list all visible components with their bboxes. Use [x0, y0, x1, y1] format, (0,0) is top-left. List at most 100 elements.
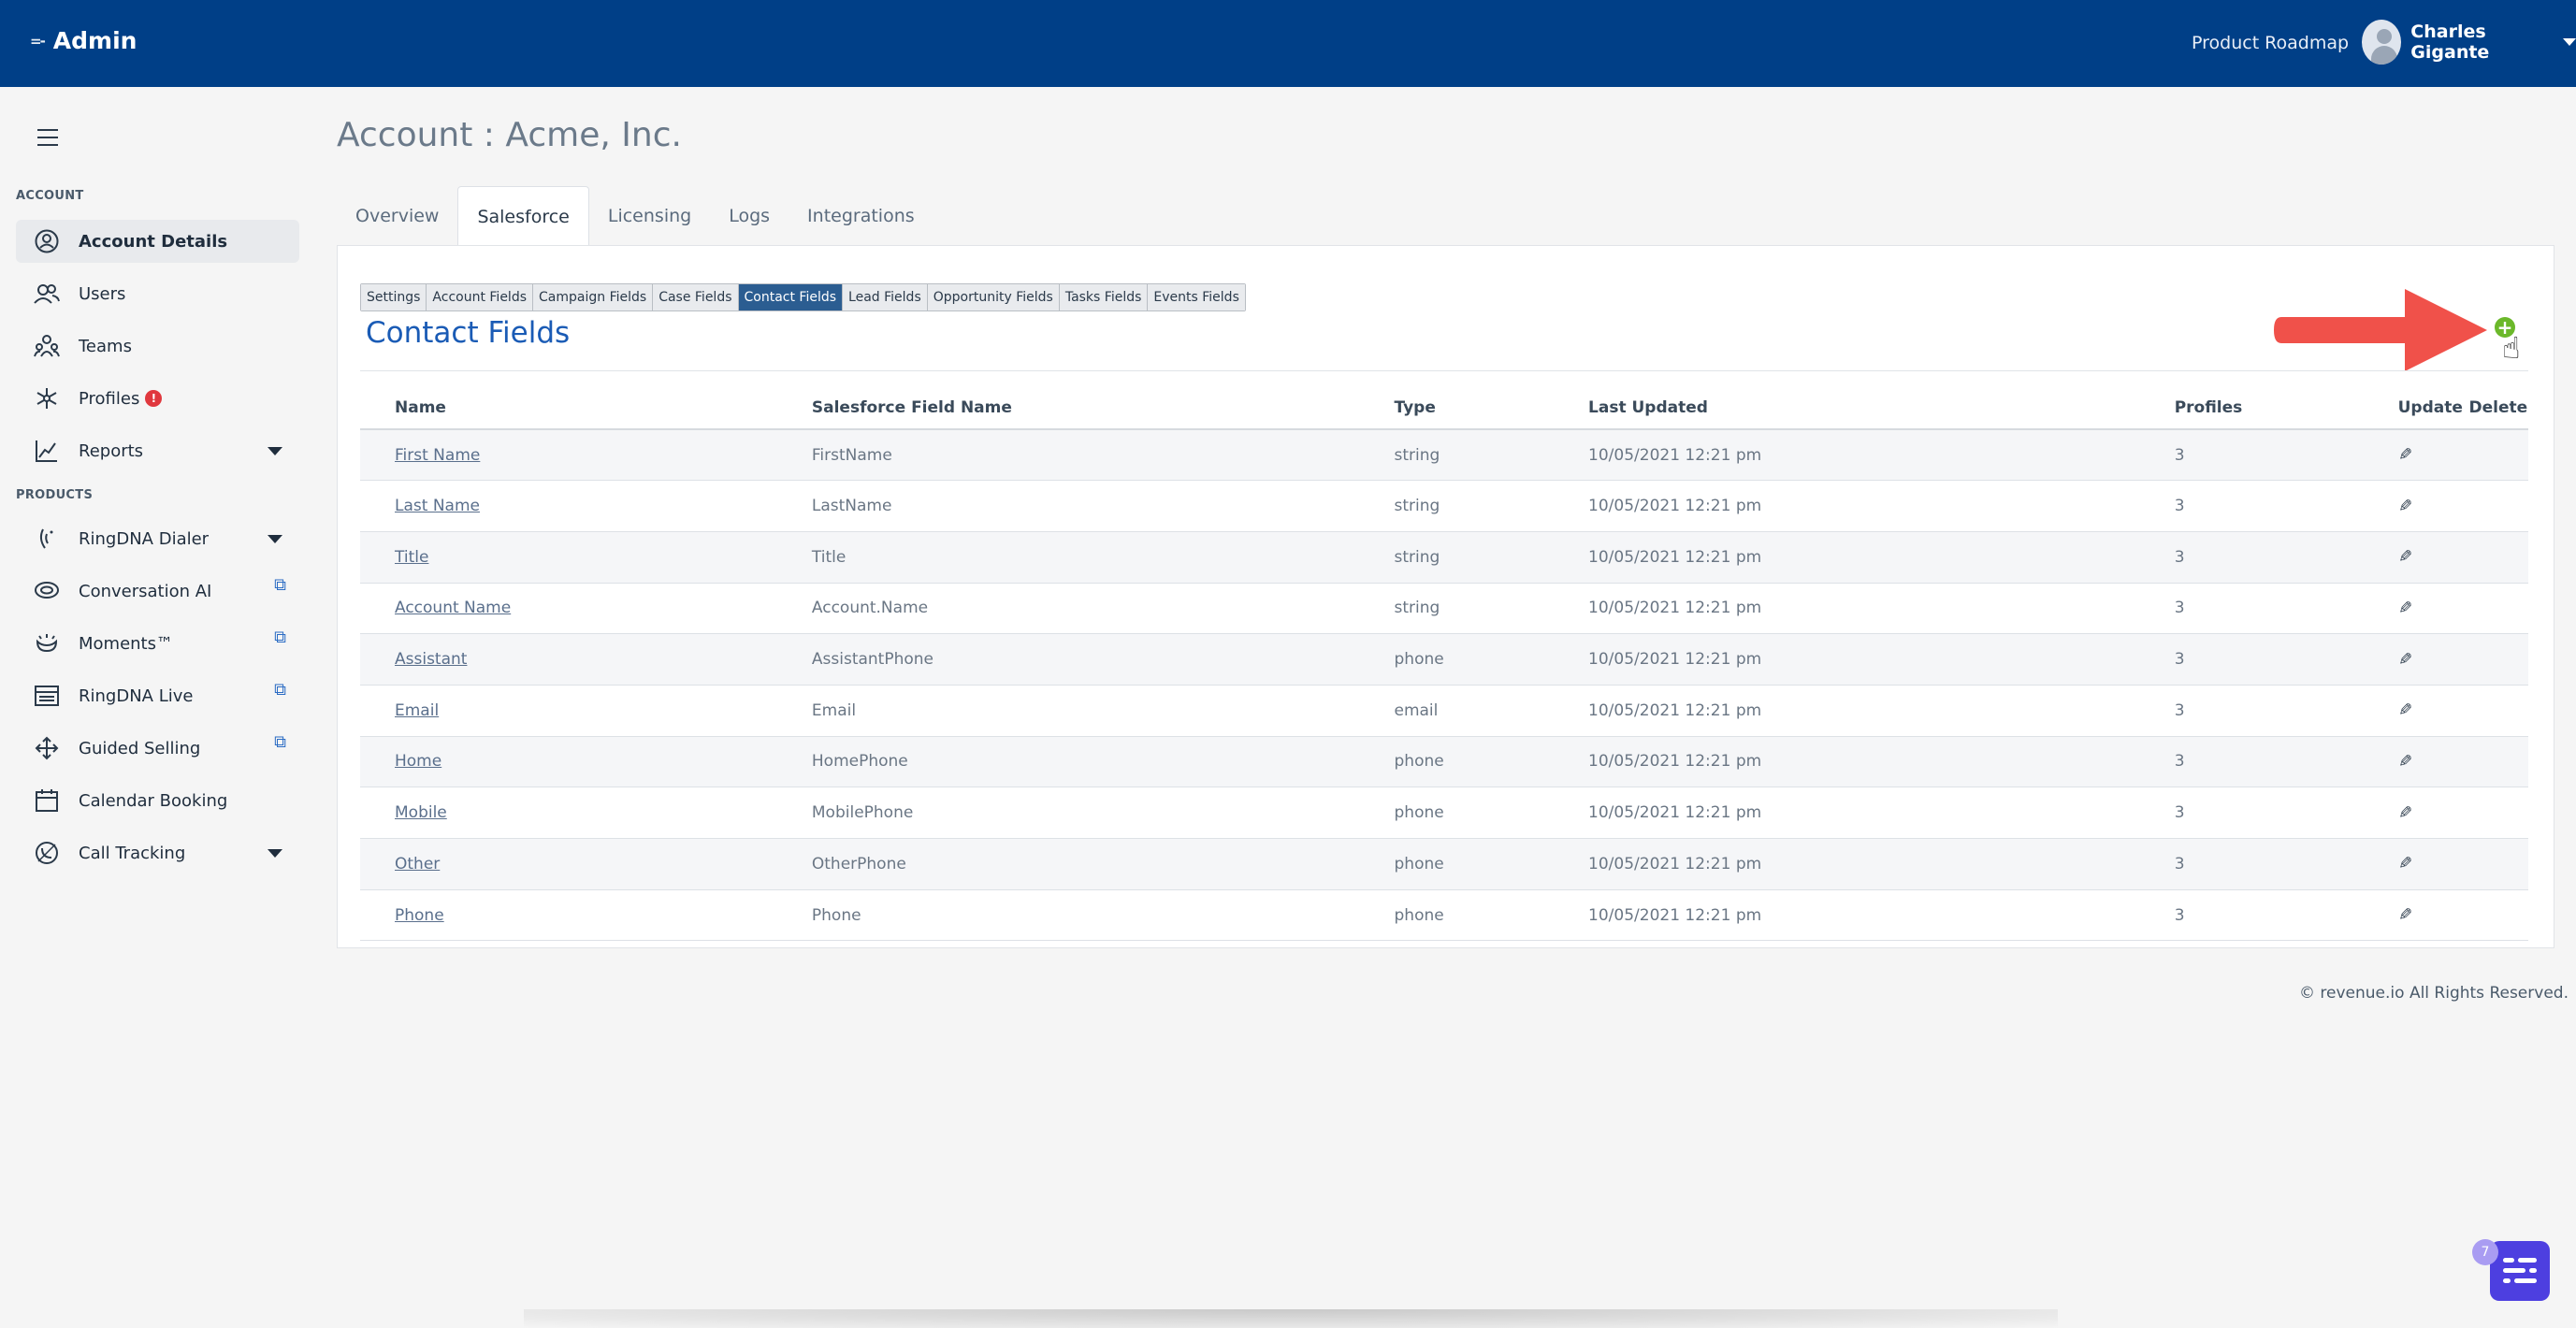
pencil-edit-icon[interactable]: ✎ [2398, 445, 2422, 465]
update-cell: ✎ [2397, 531, 2469, 584]
sidebar-item-account-details[interactable]: Account Details [16, 220, 299, 263]
table-row: Last Name LastName string 10/05/2021 12:… [360, 480, 2528, 532]
delete-cell [2468, 787, 2528, 839]
sidebar-item-reports[interactable]: Reports [16, 429, 299, 472]
sidebar-item-conversation-ai[interactable]: Conversation AI ⧉ [16, 570, 299, 613]
table-row: Account Name Account.Name string 10/05/2… [360, 583, 2528, 635]
profiles-cell: 3 [2174, 838, 2398, 890]
product-roadmap-link[interactable]: Product Roadmap [2192, 33, 2349, 53]
sidebar-item-users[interactable]: Users [16, 272, 299, 315]
name-cell: Home [360, 736, 812, 788]
header-name[interactable]: Name [360, 386, 812, 430]
salesforce-field-cell: OtherPhone [811, 838, 1395, 890]
sidebar-item-ringdna-dialer[interactable]: RingDNA Dialer [16, 517, 299, 560]
header-salesforce-field-name[interactable]: Salesforce Field Name [811, 386, 1395, 430]
field-name-link[interactable]: First Name [395, 446, 480, 465]
subtab-case-fields[interactable]: Case Fields [653, 284, 739, 310]
subtab-account-fields[interactable]: Account Fields [427, 284, 534, 310]
field-name-link[interactable]: Assistant [395, 650, 467, 669]
sidebar-item-guided-selling[interactable]: Guided Selling ⧉ [16, 727, 299, 770]
subtab-lead-fields[interactable]: Lead Fields [843, 284, 928, 310]
field-name-link[interactable]: Last Name [395, 497, 480, 515]
tab-licensing[interactable]: Licensing [589, 186, 710, 246]
header-update: Update [2397, 386, 2469, 430]
pencil-edit-icon[interactable]: ✎ [2398, 650, 2422, 670]
person-circle-icon [33, 227, 61, 255]
table-row: Home HomePhone phone 10/05/2021 12:21 pm… [360, 736, 2528, 788]
tab-logs[interactable]: Logs [710, 186, 789, 246]
call-tracking-icon [33, 839, 61, 867]
subtab-opportunity-fields[interactable]: Opportunity Fields [927, 284, 1060, 310]
update-cell: ✎ [2397, 685, 2469, 737]
header-type[interactable]: Type [1394, 386, 1589, 430]
header-profiles[interactable]: Profiles [2174, 386, 2398, 430]
tab-salesforce[interactable]: Salesforce [457, 186, 589, 246]
sidebar-item-call-tracking[interactable]: Call Tracking [16, 831, 299, 874]
delete-cell [2468, 889, 2528, 942]
field-name-link[interactable]: Email [395, 701, 439, 720]
header-last-updated[interactable]: Last Updated [1588, 386, 2175, 430]
chevron-down-icon [268, 848, 282, 858]
external-link-icon[interactable]: ⧉ [274, 680, 286, 700]
header-delete: Delete [2468, 386, 2528, 430]
live-icon [33, 682, 61, 710]
name-cell: Title [360, 531, 812, 584]
hamburger-menu-icon[interactable] [37, 129, 58, 146]
type-cell: phone [1394, 889, 1589, 942]
type-cell: phone [1394, 633, 1589, 686]
type-cell: string [1394, 531, 1589, 584]
field-name-link[interactable]: Account Name [395, 599, 511, 617]
sidebar-section-products: PRODUCTS [16, 488, 94, 502]
field-name-link[interactable]: Mobile [395, 803, 447, 822]
field-name-link[interactable]: Title [395, 548, 428, 567]
pencil-edit-icon[interactable]: ✎ [2398, 700, 2422, 720]
field-name-link[interactable]: Home [395, 752, 441, 771]
pencil-edit-icon[interactable]: ✎ [2398, 854, 2422, 873]
pencil-edit-icon[interactable]: ✎ [2398, 803, 2422, 823]
subtab-tasks-fields[interactable]: Tasks Fields [1059, 284, 1149, 310]
table-row: Assistant AssistantPhone phone 10/05/202… [360, 633, 2528, 686]
pencil-edit-icon[interactable]: ✎ [2398, 497, 2422, 516]
sidebar-item-label: Call Tracking [79, 843, 186, 863]
pencil-edit-icon[interactable]: ✎ [2398, 905, 2422, 925]
pencil-edit-icon[interactable]: ✎ [2398, 547, 2422, 567]
last-updated-cell: 10/05/2021 12:21 pm [1588, 531, 2175, 584]
table-row: Phone Phone phone 10/05/2021 12:21 pm 3 … [360, 889, 2528, 942]
external-link-icon[interactable]: ⧉ [274, 732, 286, 752]
salesforce-field-cell: MobilePhone [811, 787, 1395, 839]
subtab-settings[interactable]: Settings [361, 284, 427, 310]
update-cell: ✎ [2397, 480, 2469, 532]
name-cell: First Name [360, 429, 812, 482]
external-link-icon[interactable]: ⧉ [274, 628, 286, 647]
last-updated-cell: 10/05/2021 12:21 pm [1588, 736, 2175, 788]
alert-badge: ! [145, 389, 163, 407]
sidebar-item-calendar-booking[interactable]: Calendar Booking [16, 779, 299, 822]
chevron-down-icon [268, 446, 282, 455]
sidebar-item-ringdna-live[interactable]: RingDNA Live ⧉ [16, 674, 299, 717]
dialer-icon [33, 525, 61, 553]
external-link-icon[interactable]: ⧉ [274, 575, 286, 595]
delete-cell [2468, 531, 2528, 584]
subtab-events-fields[interactable]: Events Fields [1148, 284, 1245, 310]
field-name-link[interactable]: Phone [395, 906, 444, 925]
salesforce-field-cell: Phone [811, 889, 1395, 942]
sidebar-item-profiles[interactable]: Profiles! [16, 377, 299, 420]
app-brand[interactable]: =- Admin [30, 27, 137, 54]
pencil-edit-icon[interactable]: ✎ [2398, 599, 2422, 618]
tab-overview[interactable]: Overview [337, 186, 457, 246]
last-updated-cell: 10/05/2021 12:21 pm [1588, 583, 2175, 635]
moments-icon [33, 629, 61, 657]
tab-integrations[interactable]: Integrations [789, 186, 933, 246]
profiles-cell: 3 [2174, 736, 2398, 788]
subtab-campaign-fields[interactable]: Campaign Fields [533, 284, 654, 310]
subtab-contact-fields[interactable]: Contact Fields [738, 284, 844, 310]
type-cell: phone [1394, 736, 1589, 788]
pencil-edit-icon[interactable]: ✎ [2398, 752, 2422, 772]
field-name-link[interactable]: Other [395, 855, 440, 873]
chevron-down-icon [268, 534, 282, 543]
user-menu[interactable]: Charles Gigante [2362, 20, 2576, 65]
sidebar-item-teams[interactable]: Teams [16, 325, 299, 368]
type-cell: phone [1394, 787, 1589, 839]
help-widget-button[interactable] [2490, 1241, 2550, 1301]
sidebar-item-moments[interactable]: Moments™ ⧉ [16, 622, 299, 665]
